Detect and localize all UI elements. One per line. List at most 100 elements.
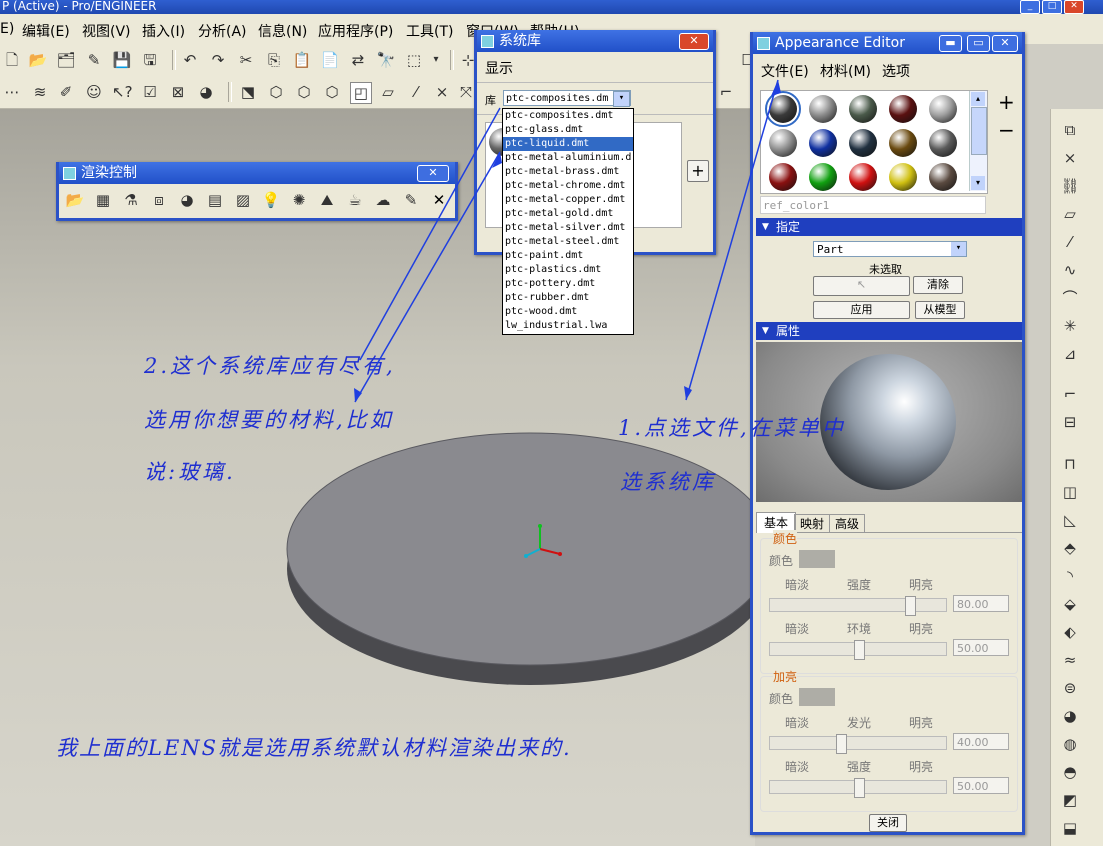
blend-icon[interactable]: ⬘ xyxy=(1059,537,1081,559)
csys-display-icon[interactable]: ⤧ xyxy=(456,82,476,102)
library-dropdown[interactable]: ptc-composites.dm ▾ xyxy=(503,90,631,107)
close-icon[interactable]: ✕ xyxy=(679,33,709,50)
library-option[interactable]: ptc-glass.dmt xyxy=(503,123,633,137)
library-option[interactable]: ptc-metal-brass.dmt xyxy=(503,165,633,179)
intensity-value[interactable]: 80.00 xyxy=(953,595,1009,612)
library-option[interactable]: lw_industrial.lwa xyxy=(503,319,633,333)
tab-mapping[interactable]: 映射 xyxy=(794,514,830,533)
palette-scrollbar[interactable]: ▴ ▾ xyxy=(969,91,987,191)
checklist-icon[interactable]: ☑ xyxy=(140,82,160,102)
render-setup-icon[interactable]: ☕ xyxy=(345,190,365,210)
plane-icon[interactable]: ▱ xyxy=(1059,203,1081,225)
assign-section-header[interactable]: ▼ 指定 xyxy=(756,218,1022,236)
color-palette-icon[interactable]: ◕ xyxy=(196,82,216,102)
chevron-down-icon[interactable]: ▾ xyxy=(613,91,630,107)
shininess-slider[interactable] xyxy=(769,734,947,754)
menu-material[interactable]: 材料(M) xyxy=(820,61,871,81)
ambient-value[interactable]: 50.00 xyxy=(953,639,1009,656)
appearance-swatch[interactable] xyxy=(889,163,917,191)
add-material-button[interactable]: + xyxy=(687,160,709,182)
revolve-icon[interactable]: ◫ xyxy=(1059,481,1081,503)
appearance-swatch[interactable] xyxy=(769,129,797,157)
model-tree-icon[interactable]: ⋯ xyxy=(2,82,22,102)
library-option[interactable]: ptc-metal-gold.dmt xyxy=(503,207,633,221)
menu-analysis[interactable]: 分析(A) xyxy=(198,21,247,41)
close-icon[interactable]: ✕ xyxy=(1064,0,1084,14)
appearance-swatch[interactable] xyxy=(809,129,837,157)
menu-file[interactable]: 文件(E) xyxy=(761,61,809,81)
redo-icon[interactable]: ↷ xyxy=(208,50,228,70)
appearance-swatch[interactable] xyxy=(765,91,801,127)
menu-file[interactable]: E) xyxy=(0,21,14,37)
highlight-intensity-slider[interactable] xyxy=(769,778,947,798)
library-option[interactable]: ptc-composites.dmt xyxy=(503,109,633,123)
appearance-swatch[interactable] xyxy=(929,129,957,157)
shading-icon[interactable]: ◰ xyxy=(350,82,372,104)
appearance-swatch[interactable] xyxy=(929,95,957,123)
color-swatch-button[interactable] xyxy=(799,550,835,568)
repaint-icon[interactable]: ⬔ xyxy=(238,82,258,102)
menu-display[interactable]: 显示 xyxy=(485,58,513,78)
minimize-icon[interactable]: ▬ xyxy=(939,35,962,52)
properties-section-header[interactable]: ▼ 属性 xyxy=(756,322,1022,340)
slider-thumb[interactable] xyxy=(836,734,847,754)
scene-icon[interactable]: ◩ xyxy=(1059,789,1081,811)
close-icon[interactable]: ✕ xyxy=(992,35,1018,52)
datum-axis-icon[interactable]: ⛓ xyxy=(1059,175,1081,197)
perspective-icon[interactable]: ⬓ xyxy=(1059,817,1081,839)
annotation-feature-icon[interactable]: ⌐ xyxy=(1059,383,1081,405)
render-region-icon[interactable]: ✎ xyxy=(401,190,421,210)
select-box-icon[interactable]: ⬚ xyxy=(404,50,424,70)
close-toolbar-icon[interactable]: ✕ xyxy=(429,190,449,210)
appearance-icon[interactable]: ◕ xyxy=(177,190,197,210)
select-pointer-button[interactable]: ↖ xyxy=(813,276,910,296)
plane-display-icon[interactable]: ▱ xyxy=(378,82,398,102)
scene-icon[interactable]: ▦ xyxy=(93,190,113,210)
appearance-swatch[interactable] xyxy=(769,163,797,191)
appearance-swatch[interactable] xyxy=(889,95,917,123)
menu-insert[interactable]: 插入(I) xyxy=(142,21,185,41)
chevron-down-icon[interactable]: ▾ xyxy=(951,242,966,256)
annotation-icon[interactable]: ⌐ xyxy=(716,82,736,102)
appearance-swatch[interactable] xyxy=(849,163,877,191)
scroll-up-icon[interactable]: ▴ xyxy=(971,92,985,106)
menu-options[interactable]: 选项 xyxy=(882,61,910,81)
render-window-icon[interactable]: ☁ xyxy=(373,190,393,210)
ambient-slider[interactable] xyxy=(769,640,947,660)
menu-view[interactable]: 视图(V) xyxy=(82,21,131,41)
appearance-swatch[interactable] xyxy=(849,129,877,157)
appearance-name-field[interactable]: ref_color1 xyxy=(760,196,986,214)
clear-button[interactable]: 清除 xyxy=(913,276,963,294)
wave-icon[interactable]: ≈ xyxy=(1059,649,1081,671)
maximize-icon[interactable]: ▭ xyxy=(967,35,990,52)
slider-thumb[interactable] xyxy=(854,640,865,660)
datum-point-icon[interactable]: × xyxy=(1059,147,1081,169)
curve-icon[interactable]: ∿ xyxy=(1059,259,1081,281)
scroll-down-icon[interactable]: ▾ xyxy=(971,176,985,190)
axis-icon[interactable]: ⁄ xyxy=(1059,231,1081,253)
shininess-value[interactable]: 40.00 xyxy=(953,733,1009,750)
appearance-swatch[interactable] xyxy=(889,129,917,157)
library-option[interactable]: ptc-metal-steel.dmt xyxy=(503,235,633,249)
sweep-icon[interactable]: ◺ xyxy=(1059,509,1081,531)
color-wheel-icon[interactable]: ◕ xyxy=(1059,705,1081,727)
layer-icon[interactable]: ≋ xyxy=(30,82,50,102)
csys-icon[interactable]: ✳ xyxy=(1059,315,1081,337)
maximize-icon[interactable]: □ xyxy=(1042,0,1062,14)
find-icon[interactable]: 🔭 xyxy=(376,50,396,70)
cut-icon[interactable]: ✂ xyxy=(236,50,256,70)
copy-icon[interactable]: ⎘ xyxy=(264,50,284,70)
open-folder-icon[interactable]: 📂 xyxy=(28,50,48,70)
appearance-swatch[interactable] xyxy=(809,95,837,123)
close-window-icon[interactable]: ⊠ xyxy=(168,82,188,102)
room-editor-icon[interactable]: ⧈ xyxy=(149,190,169,210)
apply-button[interactable]: 应用 xyxy=(813,301,910,319)
library-option[interactable]: ptc-liquid.dmt xyxy=(503,137,633,151)
library-option[interactable]: ptc-plastics.dmt xyxy=(503,263,633,277)
open-icon[interactable]: 📂 xyxy=(65,190,85,210)
axis-display-icon[interactable]: ⁄ xyxy=(406,82,426,102)
library-option[interactable]: ptc-paint.dmt xyxy=(503,249,633,263)
pattern-icon[interactable]: ⊜ xyxy=(1059,677,1081,699)
menu-edit[interactable]: 编辑(E) xyxy=(22,21,70,41)
menu-tools[interactable]: 工具(T) xyxy=(406,21,453,41)
